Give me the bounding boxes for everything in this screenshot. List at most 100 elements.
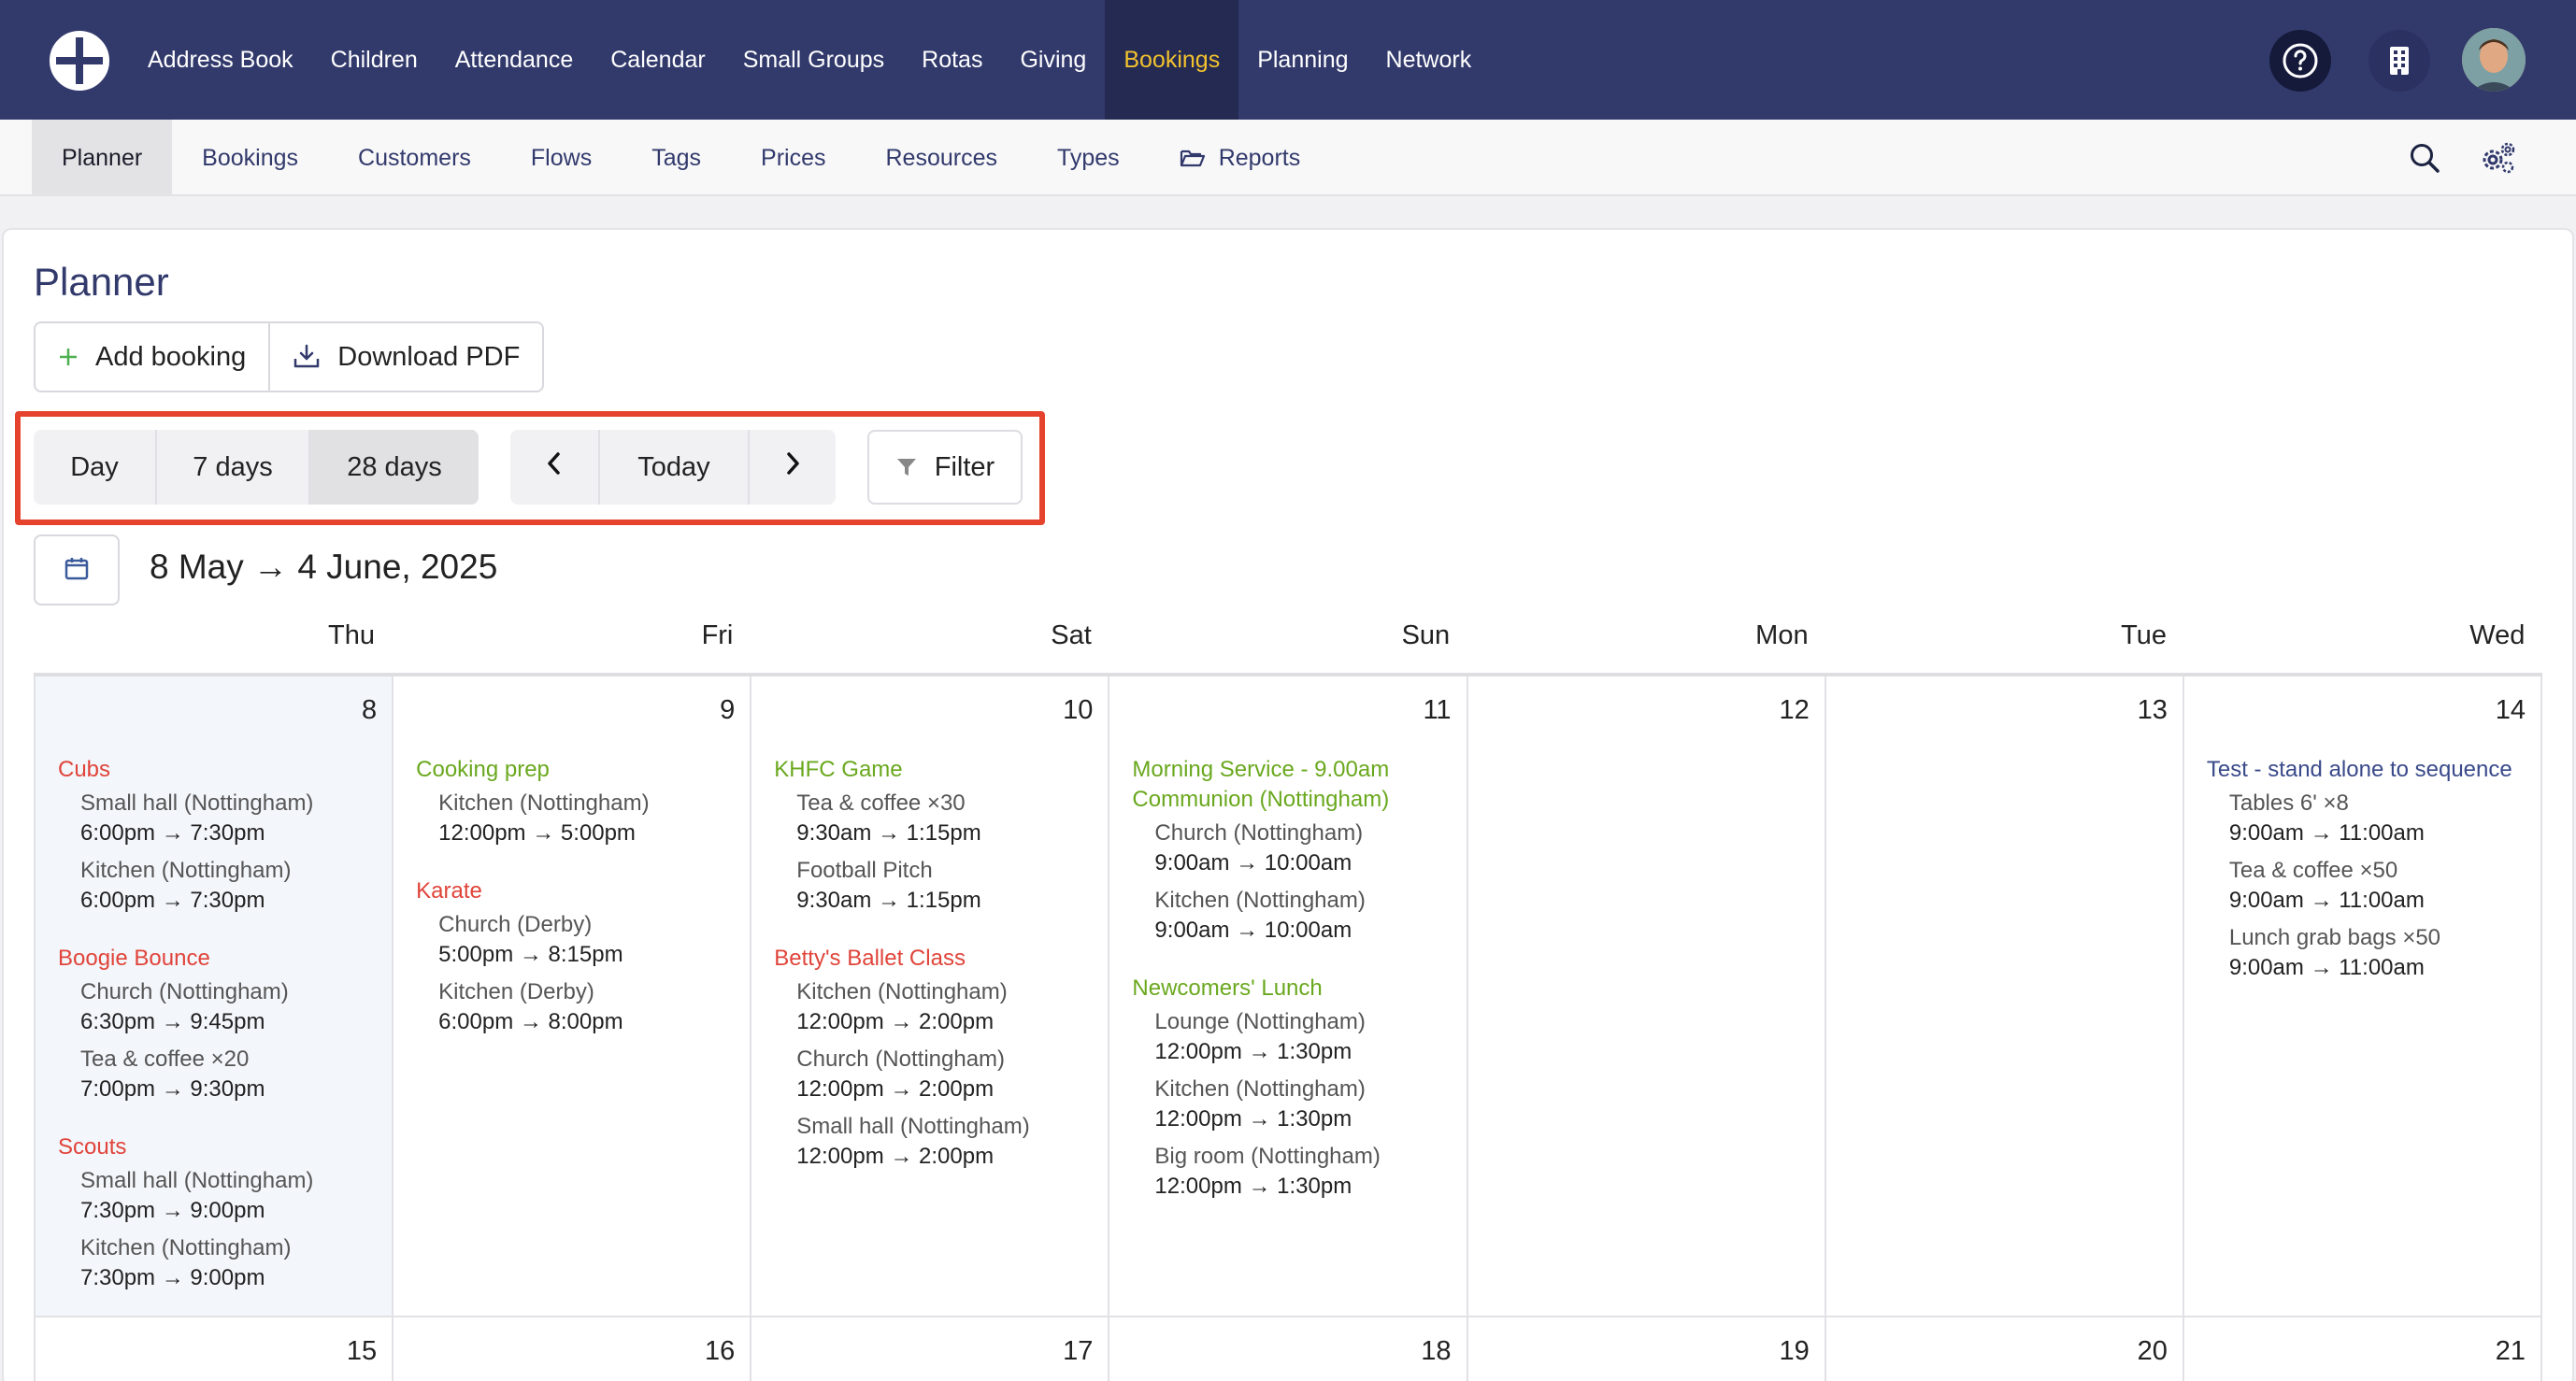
search-icon[interactable]: [2406, 139, 2443, 177]
topnav-item-address-book[interactable]: Address Book: [129, 0, 312, 120]
resource-name: Tea & coffee ×20: [80, 1046, 250, 1072]
event-title-link[interactable]: Cooking prep: [416, 755, 735, 785]
topnav-item-children[interactable]: Children: [312, 0, 436, 120]
resource-time: 6:30pm → 9:45pm: [80, 1009, 265, 1034]
resource-time: 6:00pm → 8:00pm: [438, 1009, 623, 1034]
event-list: Cubs Small hall (Nottingham) 6:00pm → 7:30…: [58, 755, 377, 1321]
subnav-item-prices[interactable]: Prices: [731, 120, 855, 196]
event-list: Morning Service - 9.00am Communion (Nott…: [1132, 755, 1451, 1230]
subnav-item-bookings[interactable]: Bookings: [172, 120, 328, 196]
event-title-link[interactable]: Test - stand alone to sequence: [2207, 755, 2526, 785]
event-title-link[interactable]: KHFC Game: [774, 755, 1093, 785]
day-number: 17: [1063, 1336, 1094, 1366]
resource-entry: Tables 6' ×8 9:00am → 11:00am: [2229, 789, 2526, 848]
settings-gears-icon[interactable]: [2479, 139, 2516, 177]
subnav-item-flows[interactable]: Flows: [501, 120, 622, 196]
event-title-link[interactable]: Cubs: [58, 755, 377, 785]
calendar-icon: [64, 555, 90, 586]
filter-button[interactable]: Filter: [867, 430, 1023, 505]
resource-entry: Big room (Nottingham) 12:00pm → 1:30pm: [1154, 1142, 1451, 1202]
topnav-item-planning[interactable]: Planning: [1238, 0, 1367, 120]
resource-entry: Lunch grab bags ×50 9:00am → 11:00am: [2229, 923, 2526, 983]
weekday-header: Thu Fri Sat Sun Mon Tue Wed: [34, 620, 2542, 665]
day-cell[interactable]: 15: [36, 1317, 394, 1381]
download-pdf-button[interactable]: Download PDF: [268, 323, 542, 391]
subnav-label: Resources: [885, 144, 997, 171]
event-title-link[interactable]: Newcomers' Lunch: [1132, 974, 1451, 1004]
subnav-item-types[interactable]: Types: [1027, 120, 1150, 196]
day-cell[interactable]: 11 Morning Service - 9.00am Communion (No…: [1109, 676, 1468, 1317]
booking-event: Betty's Ballet Class Kitchen (Nottingham)…: [774, 944, 1093, 1172]
bookings-menu: Planner Bookings Customers Flows Tags Prices R…: [32, 120, 1330, 196]
weekday-label-fri: Fri: [701, 620, 734, 650]
event-title-link[interactable]: Boogie Bounce: [58, 944, 377, 974]
day-number: 15: [346, 1336, 378, 1366]
subnav-item-resources[interactable]: Resources: [855, 120, 1027, 196]
weekday-label-mon: Mon: [1755, 620, 1809, 650]
day-cell[interactable]: 10 KHFC Game Tea & coffee ×30 9:30am → 1:15…: [751, 676, 1110, 1317]
previous-button[interactable]: [510, 430, 598, 505]
day-cell[interactable]: 12: [1467, 676, 1826, 1317]
app-logo-icon[interactable]: [49, 30, 110, 92]
view-28-days-button[interactable]: 28 days: [308, 430, 479, 505]
next-button[interactable]: [748, 430, 836, 505]
booking-event: Cubs Small hall (Nottingham) 6:00pm → 7:30…: [58, 755, 377, 916]
main-menu: Address Book Children Attendance Calendar Sm…: [129, 0, 1490, 120]
resource-time: 6:00pm → 7:30pm: [80, 820, 265, 846]
help-icon[interactable]: [2269, 30, 2331, 92]
resource-time: 9:00am → 10:00am: [1154, 918, 1352, 943]
topnav-item-bookings[interactable]: Bookings: [1105, 0, 1239, 120]
resource-time: 9:00am → 11:00am: [2228, 820, 2425, 846]
event-title-link[interactable]: Morning Service - 9.00am Communion (Nott…: [1132, 755, 1451, 815]
resource-entry: Kitchen (Nottingham) 12:00pm → 2:00pm: [796, 977, 1093, 1037]
topnav-item-rotas[interactable]: Rotas: [903, 0, 1001, 120]
date-picker-button[interactable]: [34, 534, 120, 605]
subnav-item-customers[interactable]: Customers: [328, 120, 501, 196]
event-title-link[interactable]: Karate: [416, 876, 735, 906]
topnav-item-network[interactable]: Network: [1367, 0, 1491, 120]
event-title-link[interactable]: Scouts: [58, 1132, 377, 1162]
resource-name: Church (Derby): [438, 912, 593, 937]
day-cell[interactable]: 19: [1467, 1317, 1826, 1381]
day-number: 19: [1779, 1336, 1810, 1366]
subnav-item-reports[interactable]: Reports: [1150, 120, 1331, 196]
topnav-item-giving[interactable]: Giving: [1001, 0, 1105, 120]
view-7-days-button[interactable]: 7 days: [155, 430, 308, 505]
day-cell[interactable]: 16: [394, 1317, 752, 1381]
resource-time: 12:00pm → 2:00pm: [796, 1076, 995, 1102]
topnav-item-small-groups[interactable]: Small Groups: [724, 0, 903, 120]
day-cell[interactable]: 17: [751, 1317, 1110, 1381]
day-number: 13: [2137, 695, 2168, 725]
add-booking-button[interactable]: Add booking: [36, 323, 268, 391]
day-cell[interactable]: 18: [1109, 1317, 1468, 1381]
building-icon[interactable]: [2368, 30, 2430, 92]
day-cell[interactable]: 9 Cooking prep Kitchen (Nottingham) 12:00pm…: [394, 676, 752, 1317]
topnav-item-attendance[interactable]: Attendance: [436, 0, 593, 120]
day-number: 11: [1423, 695, 1452, 725]
day-cell[interactable]: 21: [2183, 1317, 2542, 1381]
booking-event: KHFC Game Tea & coffee ×30 9:30am → 1:15pm…: [774, 755, 1093, 916]
folder-open-icon: [1180, 148, 1206, 168]
resource-time: 12:00pm → 1:30pm: [1154, 1039, 1352, 1064]
booking-event: Boogie Bounce Church (Nottingham) 6:30pm →…: [58, 944, 377, 1104]
event-title-link[interactable]: Betty's Ballet Class: [774, 944, 1093, 974]
day-cell[interactable]: 20: [1825, 1317, 2184, 1381]
subnav-item-tags[interactable]: Tags: [622, 120, 731, 196]
booking-event: Cooking prep Kitchen (Nottingham) 12:00pm …: [416, 755, 735, 848]
user-avatar[interactable]: [2462, 28, 2526, 92]
view-day-button[interactable]: Day: [34, 430, 155, 505]
topnav-item-calendar[interactable]: Calendar: [592, 0, 723, 120]
subnav-item-planner[interactable]: Planner: [32, 120, 173, 196]
day-cell[interactable]: 13: [1825, 676, 2184, 1317]
today-button[interactable]: Today: [598, 430, 748, 505]
download-pdf-label: Download PDF: [337, 341, 521, 372]
calendar-week-2: 15 16 17 18 19 20 21: [34, 1317, 2542, 1381]
bookings-subnav: Planner Bookings Customers Flows Tags Prices R…: [0, 120, 2576, 196]
day-cell[interactable]: 14 Test - stand alone to sequence Tables 6…: [2183, 676, 2542, 1317]
calendar-week-1: 8 Cubs Small hall (Nottingham) 6:00pm → 7:3…: [34, 676, 2542, 1317]
day-cell[interactable]: 8 Cubs Small hall (Nottingham) 6:00pm → 7:3…: [36, 676, 394, 1317]
subnav-label: Flows: [530, 144, 593, 171]
page-title: Planner: [34, 260, 169, 304]
weekday-label-sun: Sun: [1401, 620, 1451, 650]
resource-time: 9:30am → 1:15pm: [796, 888, 981, 913]
